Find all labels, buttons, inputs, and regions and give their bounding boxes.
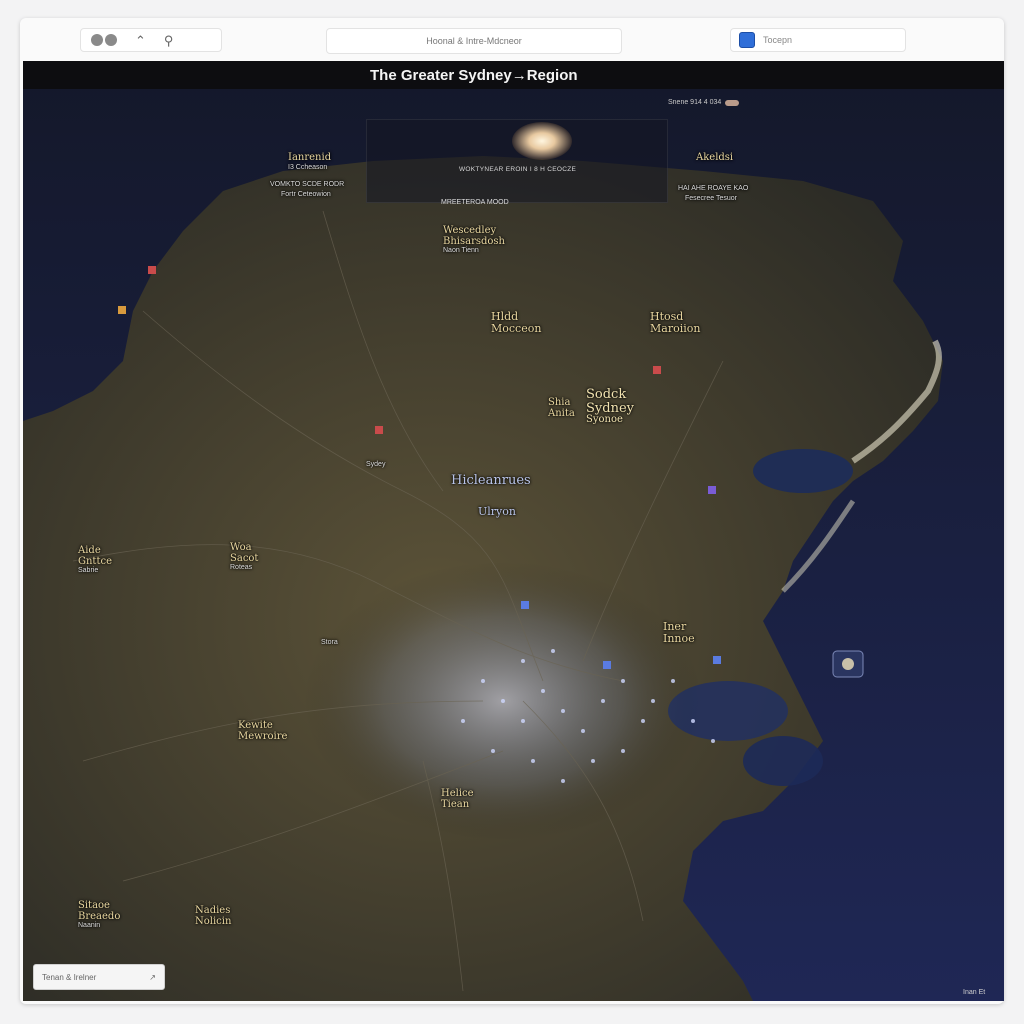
info-panel: WOKTYNEAR EROIN I 8 H CEOCZE <box>366 119 668 203</box>
coordinate-text: Snene 914 4 034 <box>668 99 722 106</box>
status-pill-icon <box>725 99 740 106</box>
marker[interactable] <box>713 656 721 664</box>
search-icon[interactable]: ⚲ <box>164 34 174 47</box>
marker[interactable] <box>375 426 383 434</box>
label-inner: Iner Innoe <box>663 620 695 645</box>
harbour-2 <box>743 736 823 786</box>
marker[interactable] <box>148 266 156 274</box>
label-center-side: Shia Anita <box>548 397 575 419</box>
window-controls[interactable] <box>91 34 117 46</box>
label-south-mid: Helice Tiean <box>441 788 474 810</box>
app-icon <box>739 32 755 48</box>
marker[interactable] <box>603 661 611 669</box>
toolbar-right-field[interactable]: Tocepn <box>730 28 906 52</box>
label-mid-region: Hicleanrues <box>451 473 531 488</box>
bay <box>753 449 853 493</box>
label-left-mid-b: Woa Sacot Roteas <box>230 542 259 571</box>
label-sydney: Sodck Sydney Syonoe <box>586 387 634 426</box>
map-view[interactable]: The Greater Sydney→Region Snene 914 4 03… <box>23 61 1004 1001</box>
panel-subtext: MREETEROA MOOD <box>441 199 509 206</box>
browser-window: ⌃ ⚲ Hoonal & Intre-Mdcneor Tocepn The Gr… <box>20 18 1004 1004</box>
label-mid-region2: Ulryon <box>478 505 516 518</box>
marker[interactable] <box>653 366 661 374</box>
map-search-placeholder: Tenan & Irelner <box>42 972 97 982</box>
right-field-text: Tocepn <box>763 35 793 45</box>
label-nadies: Nadies Nolicin <box>195 905 232 927</box>
label-north-west-desc2: Fortr Ceteowion <box>281 191 331 198</box>
map-title-bar: The Greater Sydney→Region <box>23 61 1004 89</box>
label-small-a: Sydey <box>366 461 386 468</box>
compass-icon[interactable] <box>832 650 864 678</box>
marker[interactable] <box>521 601 529 609</box>
label-center-west: Hldd Mocceon <box>491 310 542 335</box>
label-left-mid: Aide Gnttce Sabrie <box>78 545 112 574</box>
map-search-box[interactable]: Tenan & Irelner ↗ <box>33 964 165 990</box>
panel-text: WOKTYNEAR EROIN I 8 H CEOCZE <box>459 166 577 173</box>
label-north-east-desc: HAI AHE ROAYE KAO <box>678 185 749 192</box>
label-small-b: Stora <box>321 639 338 646</box>
toolbar: ⌃ ⚲ Hoonal & Intre-Mdcneor Tocepn <box>20 18 1004 62</box>
map-title: The Greater Sydney→Region <box>370 67 578 84</box>
label-north-west: Ianrenid I3 Ccheason <box>288 152 332 171</box>
label-kewite: Kewite Mewroire <box>238 720 288 742</box>
arrow-icon[interactable]: ↗ <box>149 973 156 982</box>
label-north-east-desc2: Fesecree Tesuor <box>685 195 738 202</box>
marker[interactable] <box>708 486 716 494</box>
address-bar[interactable]: Hoonal & Intre-Mdcneor <box>326 28 622 54</box>
label-north-east: Akeldsi <box>696 152 734 163</box>
label-north-west-desc: VOMKTO SCDE RODR <box>270 181 345 188</box>
map-coordinates: Snene 914 4 034 <box>668 99 740 106</box>
scale-note: Inan Et <box>963 989 986 996</box>
label-center-east: Htosd Maroiion <box>650 310 701 335</box>
marker[interactable] <box>118 306 126 314</box>
toolbar-left-group: ⌃ ⚲ <box>80 28 222 52</box>
up-arrow-icon[interactable]: ⌃ <box>135 34 146 47</box>
address-text: Hoonal & Intre-Mdcneor <box>426 36 522 46</box>
label-upper-mid: Wescedley Bhisarsdosh Naon Tienn <box>443 225 505 254</box>
light-source-icon <box>512 122 572 160</box>
label-south-west: Sitaoe Breaedo Naanin <box>78 900 121 929</box>
